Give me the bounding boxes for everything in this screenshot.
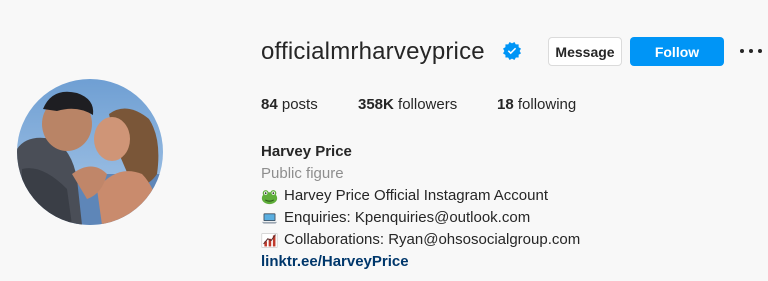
more-options-icon[interactable] (740, 43, 762, 59)
bio-line-text: Collaborations: Ryan@ohsosocialgroup.com (284, 231, 581, 248)
following-number: 18 (497, 96, 514, 113)
followers-link[interactable]: 358K followers (358, 96, 457, 113)
dot (758, 49, 762, 53)
follow-button[interactable]: Follow (630, 37, 724, 66)
frog-emoji-icon (261, 189, 278, 204)
posts-label: posts (277, 96, 318, 113)
bio-line: Collaborations: Ryan@ohsosocialgroup.com (261, 229, 580, 251)
bio-full-name: Harvey Price (261, 143, 352, 160)
profile-avatar[interactable] (17, 79, 163, 225)
message-button[interactable]: Message (548, 37, 622, 66)
profile-bio: Harvey Price Public figure Harvey Price … (261, 141, 580, 273)
dot (740, 49, 744, 53)
bio-line: Enquiries: Kpenquiries@outlook.com (261, 207, 580, 229)
bio-line-text: Harvey Price Official Instagram Account (284, 187, 548, 204)
chart-emoji-icon (261, 232, 278, 248)
dot (749, 49, 753, 53)
bio-category: Public figure (261, 165, 344, 182)
bio-line-text: Enquiries: Kpenquiries@outlook.com (284, 209, 531, 226)
posts-number: 84 (261, 96, 278, 113)
verified-badge-icon (503, 42, 521, 60)
profile-username: officialmrharveyprice (261, 38, 485, 65)
followers-label: followers (393, 96, 458, 113)
following-link[interactable]: 18 following (497, 96, 576, 113)
avatar-photo (17, 79, 163, 225)
following-label: following (513, 96, 577, 113)
laptop-emoji-icon (261, 212, 278, 224)
bio-line: Harvey Price Official Instagram Account (261, 185, 580, 207)
posts-count: 84 posts (261, 96, 318, 113)
followers-number: 358K (358, 96, 394, 113)
bio-external-link[interactable]: linktr.ee/HarveyPrice (261, 253, 409, 270)
